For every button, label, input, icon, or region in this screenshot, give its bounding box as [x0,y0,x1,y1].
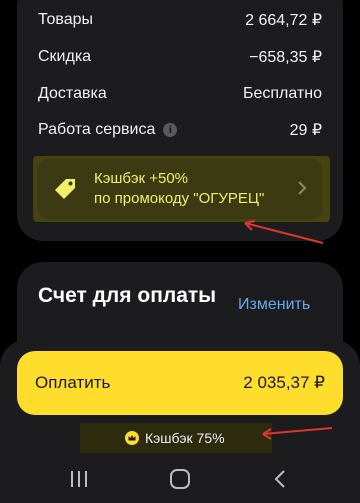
info-icon[interactable]: i [163,123,178,137]
pay-button-amount: 2 035,37 ₽ [243,373,325,392]
summary-label: Скидка [38,48,92,65]
promo-text: Кэшбэк +50% по промокоду "ОГУРЕЦ" [94,169,264,209]
summary-label: Доставка [38,85,107,102]
home-icon[interactable] [169,469,191,489]
price-tag-icon [55,179,75,199]
promo-cashback-banner[interactable]: Кэшбэк +50% по промокоду "ОГУРЕЦ" [38,159,322,219]
summary-value: Бесплатно [242,85,322,102]
billing-title: Счет для оплаты [38,284,217,307]
summary-row-service: Работа сервиса i 29 ₽ [38,118,322,142]
summary-value: 29 ₽ [289,122,322,139]
promo-line-1: Кэшбэк +50% [94,170,189,187]
cashback-label: Кэшбэк 75% [145,430,225,446]
chevron-right-icon [298,181,307,195]
system-navigation-bar [0,455,360,503]
summary-value: −658,35 ₽ [249,49,322,66]
summary-value: 2 664,72 ₽ [245,12,322,29]
summary-row-goods: Товары 2 664,72 ₽ [38,8,322,32]
summary-row-delivery: Доставка Бесплатно [38,82,322,106]
promo-line-2: по промокоду "ОГУРЕЦ" [94,190,265,207]
pay-button[interactable]: Оплатить 2 035,37 ₽ [17,351,343,415]
pay-button-label: Оплатить [35,373,111,392]
change-billing-link[interactable]: Изменить [238,296,310,314]
crown-icon [125,431,139,445]
cashback-info: Кэшбэк 75% [125,429,225,447]
back-icon[interactable] [270,469,292,489]
summary-label: Товары [38,11,94,28]
summary-row-discount: Скидка −658,35 ₽ [38,45,322,69]
recent-apps-icon[interactable] [68,469,90,489]
summary-label: Работа сервиса [38,121,156,138]
